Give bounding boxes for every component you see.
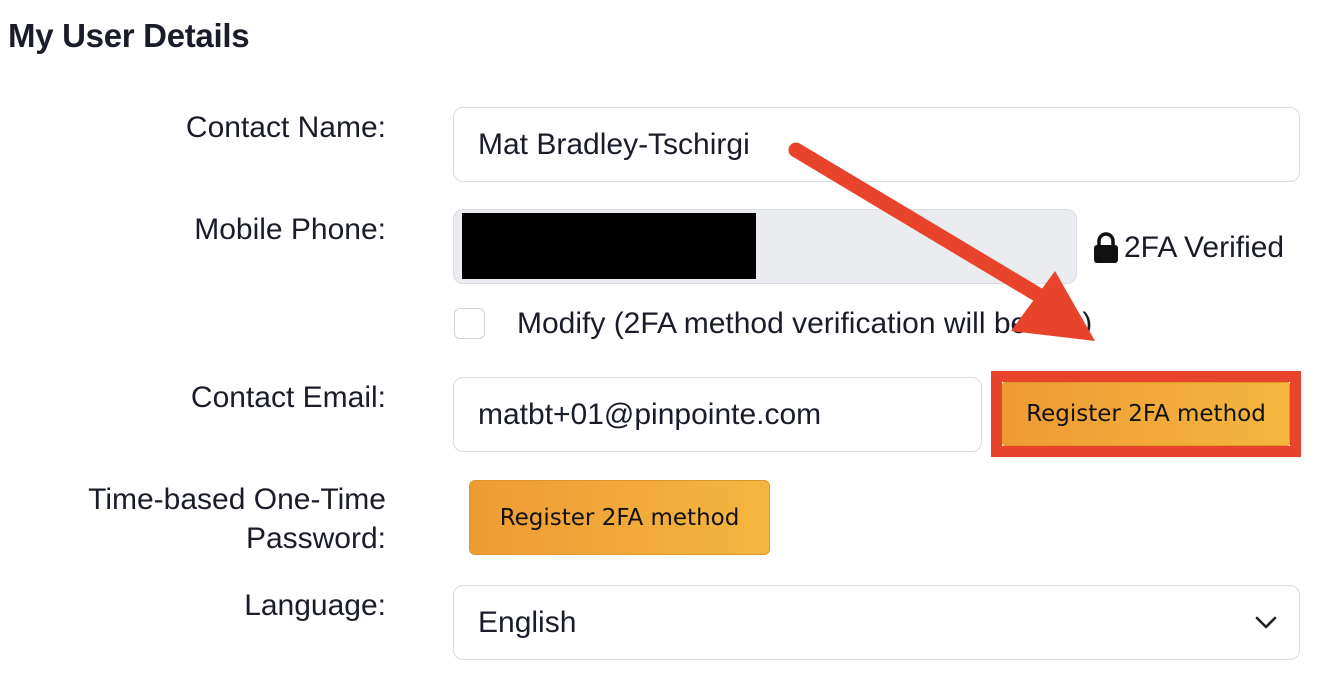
language-select[interactable]: English <box>453 585 1300 660</box>
contact-email-input[interactable] <box>453 377 982 452</box>
mobile-phone-label: Mobile Phone: <box>194 213 386 246</box>
chevron-down-icon <box>1255 616 1277 628</box>
totp-label-line1: Time-based One-Time <box>88 483 386 516</box>
language-selected-value: English <box>478 605 577 639</box>
lock-icon <box>1094 232 1118 263</box>
totp-register-2fa-button[interactable]: Register 2FA method <box>469 480 770 555</box>
totp-label-line2: Password: <box>245 522 386 555</box>
modify-checkbox[interactable] <box>454 308 485 339</box>
redacted-phone-block <box>462 213 756 279</box>
contact-name-input[interactable] <box>453 107 1300 182</box>
user-details-page: My User Details Contact Name: Mobile Pho… <box>0 0 1318 678</box>
language-label: Language: <box>244 589 386 622</box>
2fa-verified-status: 2FA Verified <box>1092 228 1284 268</box>
contact-email-label: Contact Email: <box>190 381 386 414</box>
2fa-verified-text: 2FA Verified <box>1124 231 1285 264</box>
contact-name-label: Contact Name: <box>185 111 386 144</box>
email-register-2fa-button[interactable]: Register 2FA method <box>1002 382 1290 446</box>
modify-checkbox-label[interactable]: Modify (2FA method verification will be … <box>517 304 1092 344</box>
page-title: My User Details <box>8 17 250 54</box>
